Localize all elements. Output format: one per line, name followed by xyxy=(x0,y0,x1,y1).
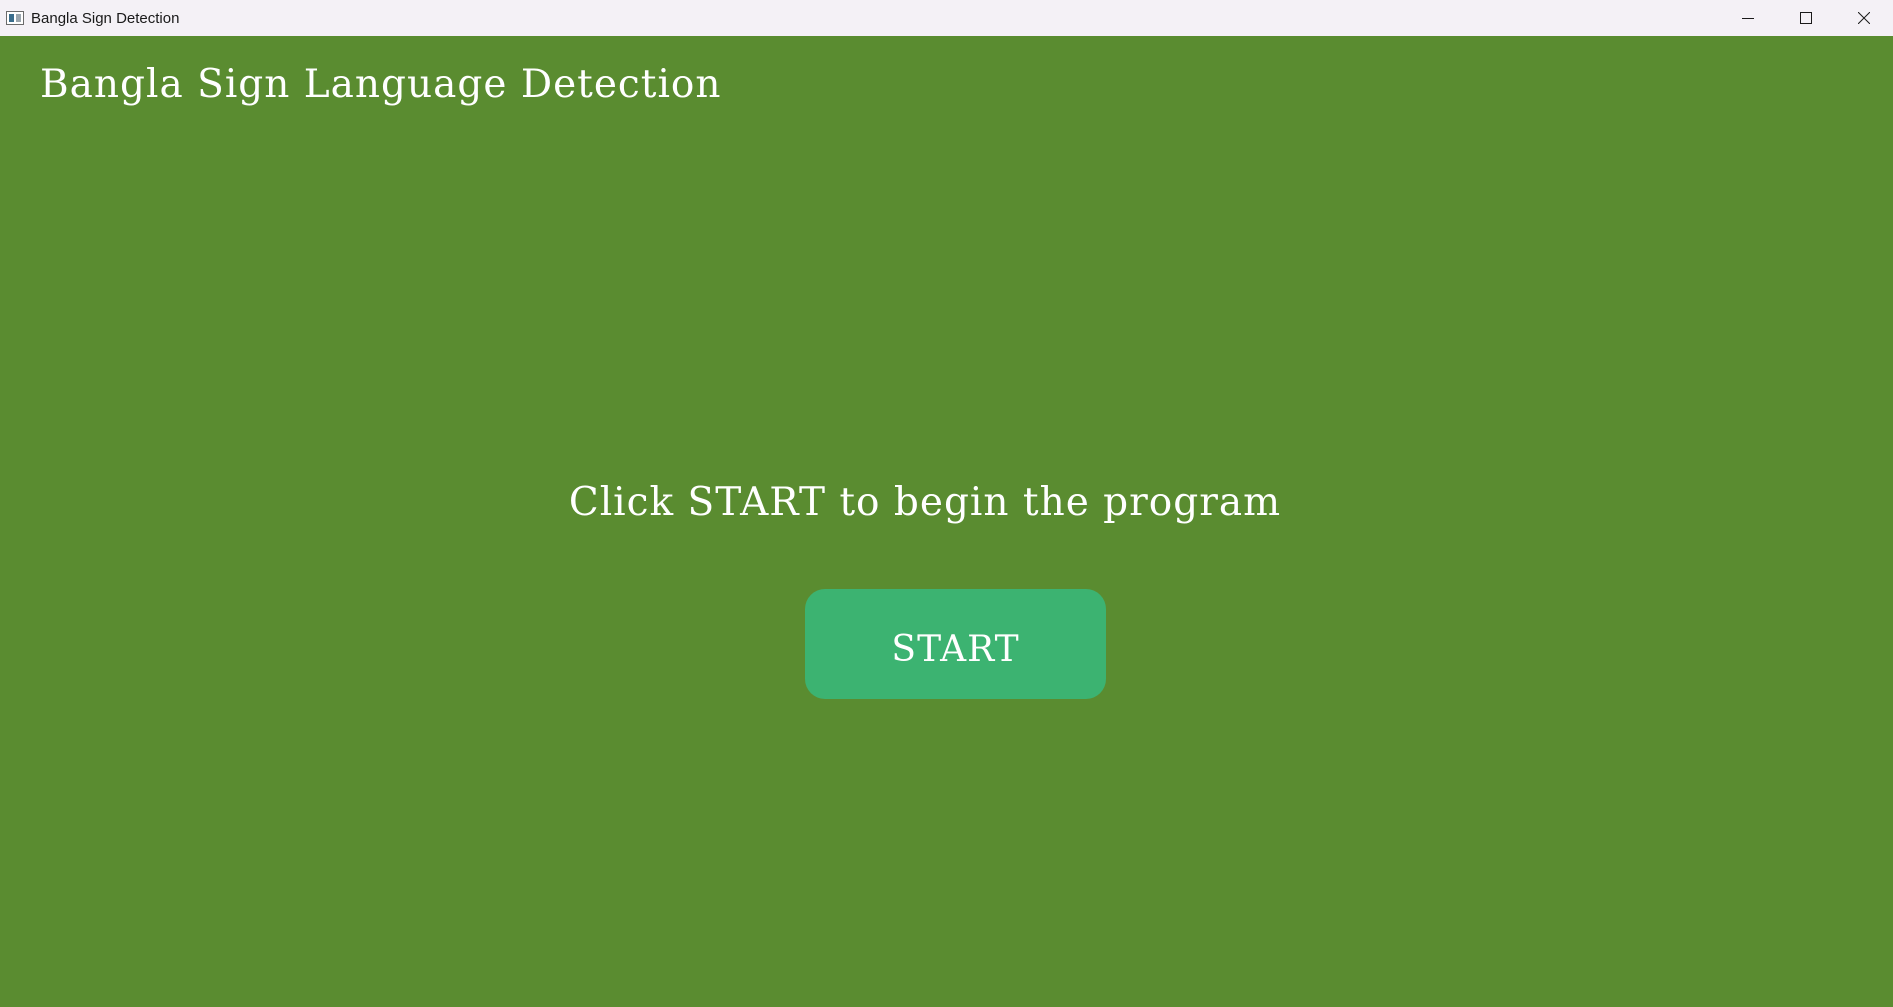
window-controls xyxy=(1719,0,1893,36)
main-content: Bangla Sign Language Detection Click STA… xyxy=(0,36,1893,1007)
close-icon xyxy=(1858,12,1870,24)
start-button[interactable]: START xyxy=(805,589,1106,699)
app-window: Bangla Sign Detection Bangla Sign Langua… xyxy=(0,0,1893,1007)
close-button[interactable] xyxy=(1835,0,1893,36)
minimize-button[interactable] xyxy=(1719,0,1777,36)
maximize-button[interactable] xyxy=(1777,0,1835,36)
minimize-icon xyxy=(1742,12,1754,24)
window-title: Bangla Sign Detection xyxy=(31,9,180,27)
maximize-icon xyxy=(1800,12,1812,24)
instruction-text: Click START to begin the program xyxy=(568,480,1282,525)
title-bar[interactable]: Bangla Sign Detection xyxy=(0,0,1893,36)
app-window-icon xyxy=(6,11,24,25)
app-heading: Bangla Sign Language Detection xyxy=(40,62,722,107)
